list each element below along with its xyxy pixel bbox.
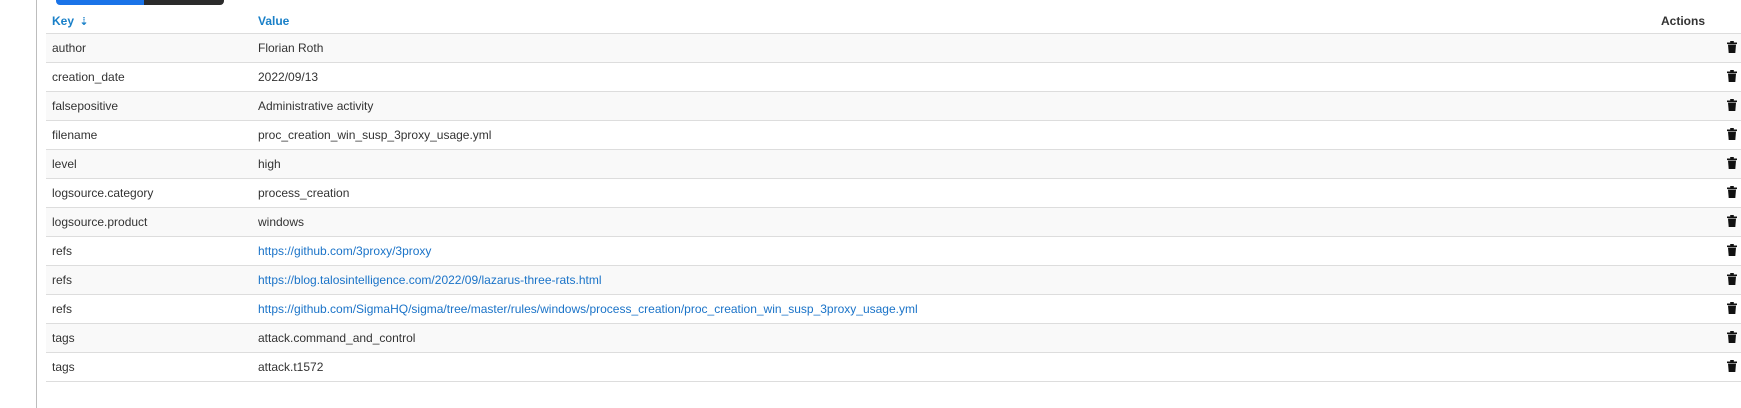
table-row: logsource.category process_creation bbox=[46, 178, 1741, 208]
trash-icon[interactable] bbox=[1727, 243, 1737, 256]
trash-icon[interactable] bbox=[1727, 330, 1737, 343]
key-cell: falsepositive bbox=[46, 91, 252, 121]
table-row: tags attack.t1572 bbox=[46, 352, 1741, 382]
tab-active[interactable] bbox=[56, 0, 144, 5]
sort-desc-icon: ⇣ bbox=[79, 15, 89, 28]
actions-cell bbox=[1591, 265, 1741, 295]
value-cell: windows bbox=[252, 207, 1591, 237]
column-header-actions-label: Actions bbox=[1660, 13, 1705, 28]
reference-link[interactable]: https://blog.talosintelligence.com/2022/… bbox=[258, 273, 602, 287]
trash-icon[interactable] bbox=[1727, 40, 1737, 53]
value-cell: attack.t1572 bbox=[252, 352, 1591, 382]
value-text: attack.t1572 bbox=[258, 360, 324, 374]
value-text: Administrative activity bbox=[258, 99, 374, 113]
table-row: logsource.product windows bbox=[46, 207, 1741, 237]
value-text: windows bbox=[258, 215, 305, 229]
table-row: filename proc_creation_win_susp_3proxy_us… bbox=[46, 120, 1741, 150]
value-cell: https://blog.talosintelligence.com/2022/… bbox=[252, 265, 1591, 295]
trash-icon[interactable] bbox=[1727, 98, 1737, 111]
value-text: process_creation bbox=[258, 186, 350, 200]
value-text: attack.command_and_control bbox=[258, 331, 416, 345]
key-cell: author bbox=[46, 33, 252, 63]
key-cell: logsource.category bbox=[46, 178, 252, 208]
key-cell: filename bbox=[46, 120, 252, 150]
key-cell: tags bbox=[46, 323, 252, 353]
key-value-table: Key ⇣ Value Actions author Florian Roth cr… bbox=[46, 8, 1741, 382]
tab-bar bbox=[56, 0, 224, 5]
trash-icon[interactable] bbox=[1727, 214, 1737, 227]
table-row: refs https://blog.talosintelligence.com/2… bbox=[46, 265, 1741, 295]
column-header-value[interactable]: Value bbox=[252, 8, 1591, 34]
value-cell: Florian Roth bbox=[252, 33, 1591, 63]
tab-secondary[interactable] bbox=[144, 0, 224, 5]
actions-cell bbox=[1591, 120, 1741, 150]
table-row: refs https://github.com/SigmaHQ/sigma/tre… bbox=[46, 294, 1741, 324]
actions-cell bbox=[1591, 178, 1741, 208]
trash-icon[interactable] bbox=[1727, 69, 1737, 82]
table-row: author Florian Roth bbox=[46, 33, 1741, 63]
actions-cell bbox=[1591, 91, 1741, 121]
value-cell: https://github.com/3proxy/3proxy bbox=[252, 236, 1591, 266]
table-row: refs https://github.com/3proxy/3proxy bbox=[46, 236, 1741, 266]
column-header-key[interactable]: Key ⇣ bbox=[46, 8, 252, 34]
column-header-key-label: Key bbox=[52, 13, 75, 28]
column-header-actions: Actions bbox=[1591, 8, 1741, 34]
value-cell: proc_creation_win_susp_3proxy_usage.yml bbox=[252, 120, 1591, 150]
page: Key ⇣ Value Actions author Florian Roth cr… bbox=[0, 0, 1741, 408]
value-cell: process_creation bbox=[252, 178, 1591, 208]
actions-cell bbox=[1591, 352, 1741, 382]
value-cell: https://github.com/SigmaHQ/sigma/tree/ma… bbox=[252, 294, 1591, 324]
table-row: tags attack.command_and_control bbox=[46, 323, 1741, 353]
trash-icon[interactable] bbox=[1727, 359, 1737, 372]
key-cell: tags bbox=[46, 352, 252, 382]
actions-cell bbox=[1591, 149, 1741, 179]
actions-cell bbox=[1591, 207, 1741, 237]
value-cell: 2022/09/13 bbox=[252, 62, 1591, 92]
value-text: high bbox=[258, 157, 281, 171]
reference-link[interactable]: https://github.com/3proxy/3proxy bbox=[258, 244, 431, 258]
left-divider bbox=[36, 0, 37, 408]
table-row: falsepositive Administrative activity bbox=[46, 91, 1741, 121]
value-text: proc_creation_win_susp_3proxy_usage.yml bbox=[258, 128, 492, 142]
trash-icon[interactable] bbox=[1727, 301, 1737, 314]
key-cell: creation_date bbox=[46, 62, 252, 92]
trash-icon[interactable] bbox=[1727, 272, 1737, 285]
actions-cell bbox=[1591, 62, 1741, 92]
column-header-value-label: Value bbox=[258, 13, 290, 28]
key-cell: refs bbox=[46, 265, 252, 295]
trash-icon[interactable] bbox=[1727, 185, 1737, 198]
actions-cell bbox=[1591, 33, 1741, 63]
table-body: author Florian Roth creation_date 2022/09/1… bbox=[46, 33, 1741, 382]
value-text: Florian Roth bbox=[258, 41, 324, 55]
table-row: creation_date 2022/09/13 bbox=[46, 62, 1741, 92]
reference-link[interactable]: https://github.com/SigmaHQ/sigma/tree/ma… bbox=[258, 302, 918, 316]
value-cell: high bbox=[252, 149, 1591, 179]
value-cell: Administrative activity bbox=[252, 91, 1591, 121]
table-row: level high bbox=[46, 149, 1741, 179]
table-header-row: Key ⇣ Value Actions bbox=[46, 8, 1741, 34]
key-cell: level bbox=[46, 149, 252, 179]
actions-cell bbox=[1591, 236, 1741, 266]
key-cell: refs bbox=[46, 294, 252, 324]
actions-cell bbox=[1591, 294, 1741, 324]
actions-cell bbox=[1591, 323, 1741, 353]
key-cell: refs bbox=[46, 236, 252, 266]
value-cell: attack.command_and_control bbox=[252, 323, 1591, 353]
value-text: 2022/09/13 bbox=[258, 70, 319, 84]
key-cell: logsource.product bbox=[46, 207, 252, 237]
trash-icon[interactable] bbox=[1727, 127, 1737, 140]
trash-icon[interactable] bbox=[1727, 156, 1737, 169]
